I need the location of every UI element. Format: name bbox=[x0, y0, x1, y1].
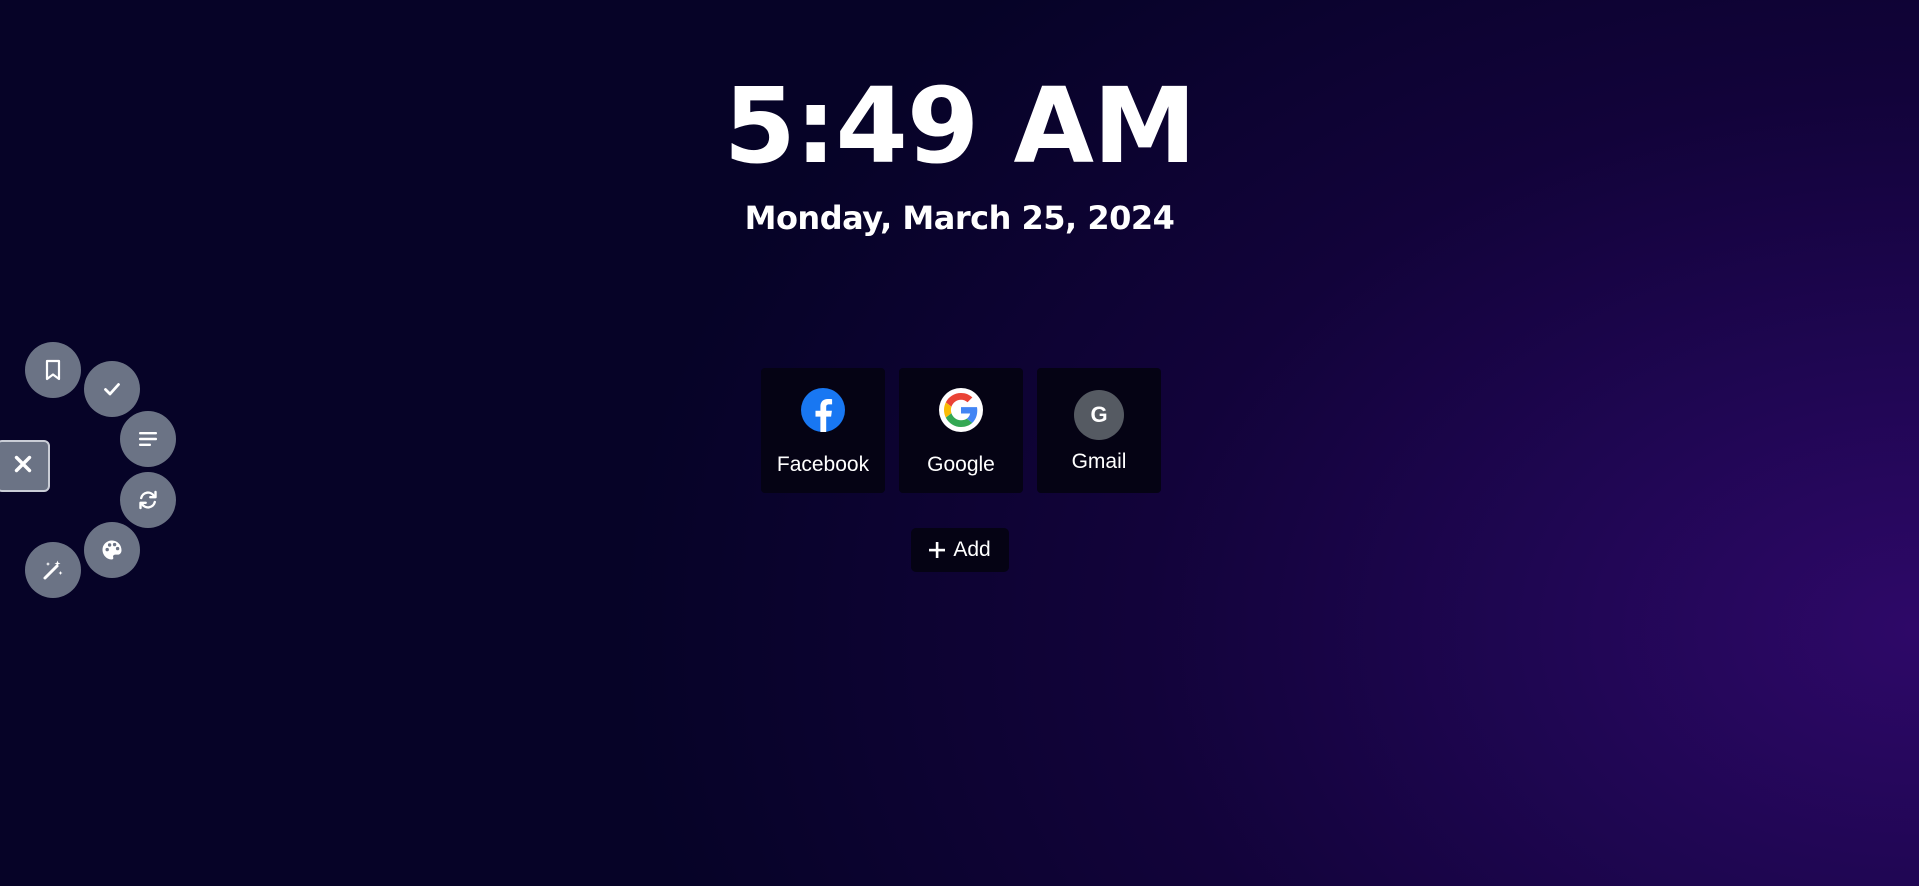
refresh-icon bbox=[137, 489, 159, 511]
plus-icon bbox=[929, 542, 946, 558]
todo-button[interactable] bbox=[84, 361, 140, 417]
shortcut-gmail[interactable]: G Gmail bbox=[1037, 368, 1161, 493]
close-menu-button[interactable] bbox=[0, 440, 50, 492]
add-label: Add bbox=[953, 538, 991, 561]
letter-avatar-icon: G bbox=[1074, 390, 1124, 440]
palette-icon bbox=[101, 539, 123, 561]
google-icon bbox=[939, 388, 983, 432]
notes-button[interactable] bbox=[120, 411, 176, 467]
check-icon bbox=[102, 379, 122, 399]
add-shortcut-button[interactable]: Add bbox=[911, 528, 1009, 572]
theme-button[interactable] bbox=[84, 522, 140, 578]
shortcut-facebook[interactable]: Facebook bbox=[761, 368, 885, 493]
magic-wand-icon bbox=[42, 559, 64, 581]
refresh-button[interactable] bbox=[120, 472, 176, 528]
shortcut-label: Facebook bbox=[776, 453, 870, 476]
lines-icon bbox=[138, 430, 158, 448]
bookmark-icon bbox=[43, 359, 63, 381]
shortcut-label: Gmail bbox=[1071, 450, 1127, 473]
shortcut-google[interactable]: Google bbox=[899, 368, 1023, 493]
facebook-icon bbox=[801, 388, 845, 432]
magic-button[interactable] bbox=[25, 542, 81, 598]
clock-time: 5:49 AM bbox=[723, 65, 1197, 187]
close-icon bbox=[13, 454, 33, 478]
bookmark-button[interactable] bbox=[25, 342, 81, 398]
clock-date: Monday, March 25, 2024 bbox=[744, 199, 1175, 237]
shortcut-label: Google bbox=[927, 453, 995, 476]
shortcut-grid: Facebook Google G Gmail bbox=[761, 368, 1161, 493]
